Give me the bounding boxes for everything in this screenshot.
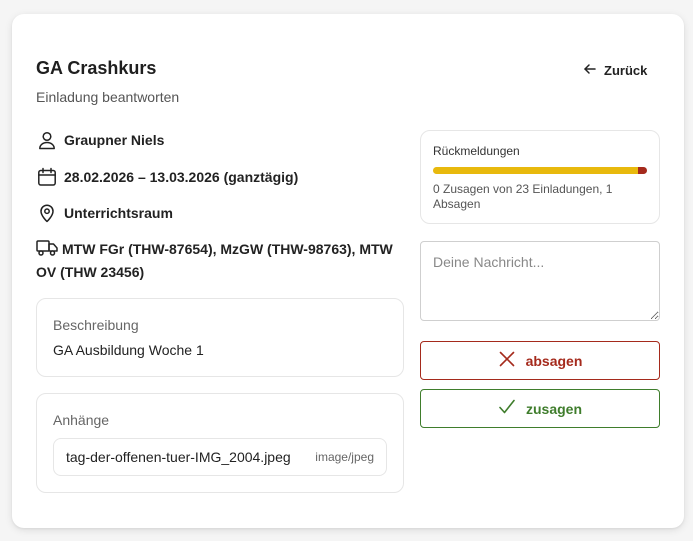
message-textarea[interactable] <box>420 241 660 321</box>
description-panel: Beschreibung GA Ausbildung Woche 1 <box>36 298 404 377</box>
page-title: GA Crashkurs <box>36 58 157 78</box>
page-subtitle: Einladung beantworten <box>36 89 180 105</box>
responses-label: Rückmeldungen <box>433 144 520 158</box>
responses-summary: 0 Zusagen von 23 Einladungen, 1 Absagen <box>433 182 613 211</box>
date-row: 28.02.2026 – 13.03.2026 (ganztägig) <box>36 166 298 188</box>
back-button[interactable]: Zurück <box>582 60 647 80</box>
back-label: Zurück <box>604 62 648 78</box>
date-range: 28.02.2026 – 13.03.2026 (ganztägig) <box>64 169 299 185</box>
attachment-filename: tag-der-offenen-tuer-IMG_2004.jpeg <box>66 449 291 465</box>
responses-panel: Rückmeldungen 0 Zusagen von 23 Einladung… <box>420 130 660 224</box>
user-icon <box>36 129 58 151</box>
description-label: Beschreibung <box>53 317 139 333</box>
truck-icon <box>36 239 58 257</box>
close-icon <box>498 350 516 371</box>
attachment-item[interactable]: tag-der-offenen-tuer-IMG_2004.jpeg image… <box>53 438 387 476</box>
vehicles-row: MTW FGr (THW-87654), MzGW (THW-98763), M… <box>36 238 401 284</box>
progress-pending-segment <box>433 167 638 174</box>
accept-label: zusagen <box>525 400 582 417</box>
location-name: Unterrichtsraum <box>64 205 173 221</box>
invitation-card: GA Crashkurs Einladung beantworten Zurüc… <box>12 14 684 528</box>
decline-label: absagen <box>525 352 583 369</box>
check-icon <box>498 398 516 419</box>
accept-button[interactable]: zusagen <box>420 389 660 428</box>
attachment-mimetype: image/jpeg <box>315 450 374 464</box>
arrow-left-icon <box>582 61 598 80</box>
location-row: Unterrichtsraum <box>36 202 173 224</box>
attachments-panel: Anhänge tag-der-offenen-tuer-IMG_2004.jp… <box>36 393 404 493</box>
calendar-icon <box>36 166 58 188</box>
progress-declined-segment <box>637 167 647 174</box>
description-text: GA Ausbildung Woche 1 <box>53 342 204 358</box>
attachments-label: Anhänge <box>53 412 110 428</box>
decline-button[interactable]: absagen <box>420 341 660 380</box>
organizer-row: Graupner Niels <box>36 129 164 151</box>
vehicle-list: MTW FGr (THW-87654), MzGW (THW-98763), M… <box>36 241 393 280</box>
responses-progress-bar <box>433 167 647 174</box>
organizer-name: Graupner Niels <box>64 132 165 148</box>
map-pin-icon <box>36 202 58 224</box>
